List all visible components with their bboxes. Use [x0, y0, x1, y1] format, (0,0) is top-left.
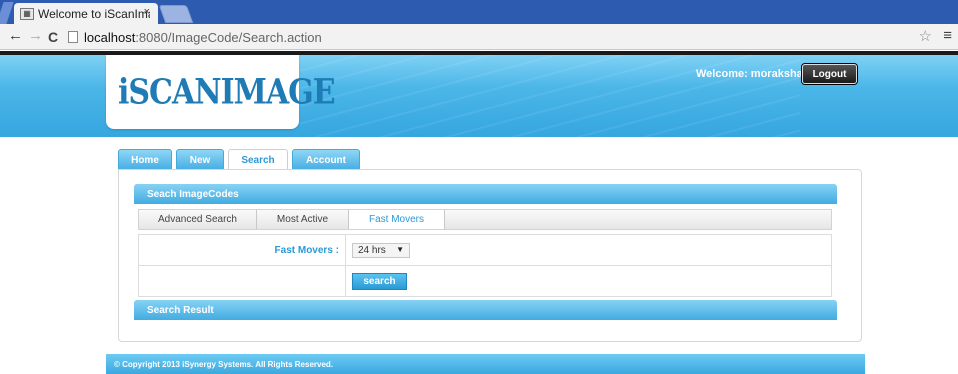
browser-menu-icon[interactable]: ≡ — [943, 27, 952, 44]
empty-label-cell — [139, 266, 346, 296]
forward-arrow-icon[interactable]: → — [28, 27, 43, 44]
tab-home[interactable]: Home — [118, 149, 172, 170]
tab-account[interactable]: Account — [292, 149, 360, 170]
page-icon — [68, 31, 78, 43]
search-button[interactable]: search — [352, 272, 407, 290]
subtab-advanced-search[interactable]: Advanced Search — [139, 210, 257, 229]
url-path: :8080/ImageCode/Search.action — [135, 29, 322, 45]
search-section-header: Seach ImageCodes — [134, 184, 837, 204]
tab-strip-accent — [0, 2, 14, 24]
form-row: Fast Movers : 24 hrs ▼ — [139, 235, 831, 266]
site-logo: iSCANIMAGE — [118, 71, 336, 113]
url-host: localhost — [84, 29, 136, 45]
subtab-most-active[interactable]: Most Active — [257, 210, 349, 229]
search-result-header: Search Result — [134, 300, 837, 320]
site-footer: © Copyright 2013 iSynergy Systems. All R… — [106, 354, 865, 374]
address-bar: ← → C localhost:8080/ImageCode/Search.ac… — [0, 24, 958, 50]
url-input[interactable]: localhost:8080/ImageCode/Search.action — [68, 27, 928, 47]
fast-movers-label: Fast Movers : — [139, 235, 346, 265]
form-cell: search — [346, 266, 831, 296]
tab-new[interactable]: New — [176, 149, 224, 170]
favicon-icon: ▦ — [20, 7, 34, 20]
subtab-fast-movers[interactable]: Fast Movers — [349, 210, 445, 229]
tab-search[interactable]: Search — [228, 149, 288, 170]
new-tab-button[interactable] — [158, 5, 194, 23]
period-select[interactable]: 24 hrs ▼ — [352, 242, 410, 258]
reload-icon[interactable]: C — [48, 29, 58, 45]
main-nav-tabs: Home New Search Account — [118, 149, 364, 170]
form-cell: 24 hrs ▼ — [346, 235, 831, 265]
dropdown-arrow-icon: ▼ — [396, 244, 404, 254]
bookmark-star-icon[interactable]: ☆ — [919, 27, 932, 45]
form-row: search — [139, 266, 831, 296]
search-subtabs: Advanced Search Most Active Fast Movers — [138, 209, 832, 230]
logout-button[interactable]: Logout — [802, 64, 857, 84]
browser-tab-title: Welcome to iScanImag — [38, 6, 150, 21]
close-tab-icon[interactable]: × — [144, 6, 150, 18]
fast-movers-form: Fast Movers : 24 hrs ▼ search — [138, 234, 832, 297]
browser-tab-bar: ▦ Welcome to iScanImag × — [0, 0, 958, 24]
back-arrow-icon[interactable]: ← — [8, 27, 23, 44]
browser-tab[interactable]: ▦ Welcome to iScanImag × — [14, 3, 158, 24]
welcome-text: Welcome: morakshay — [696, 68, 809, 80]
logo-container[interactable]: iSCANIMAGE — [106, 55, 336, 129]
period-select-value: 24 hrs — [358, 244, 386, 256]
